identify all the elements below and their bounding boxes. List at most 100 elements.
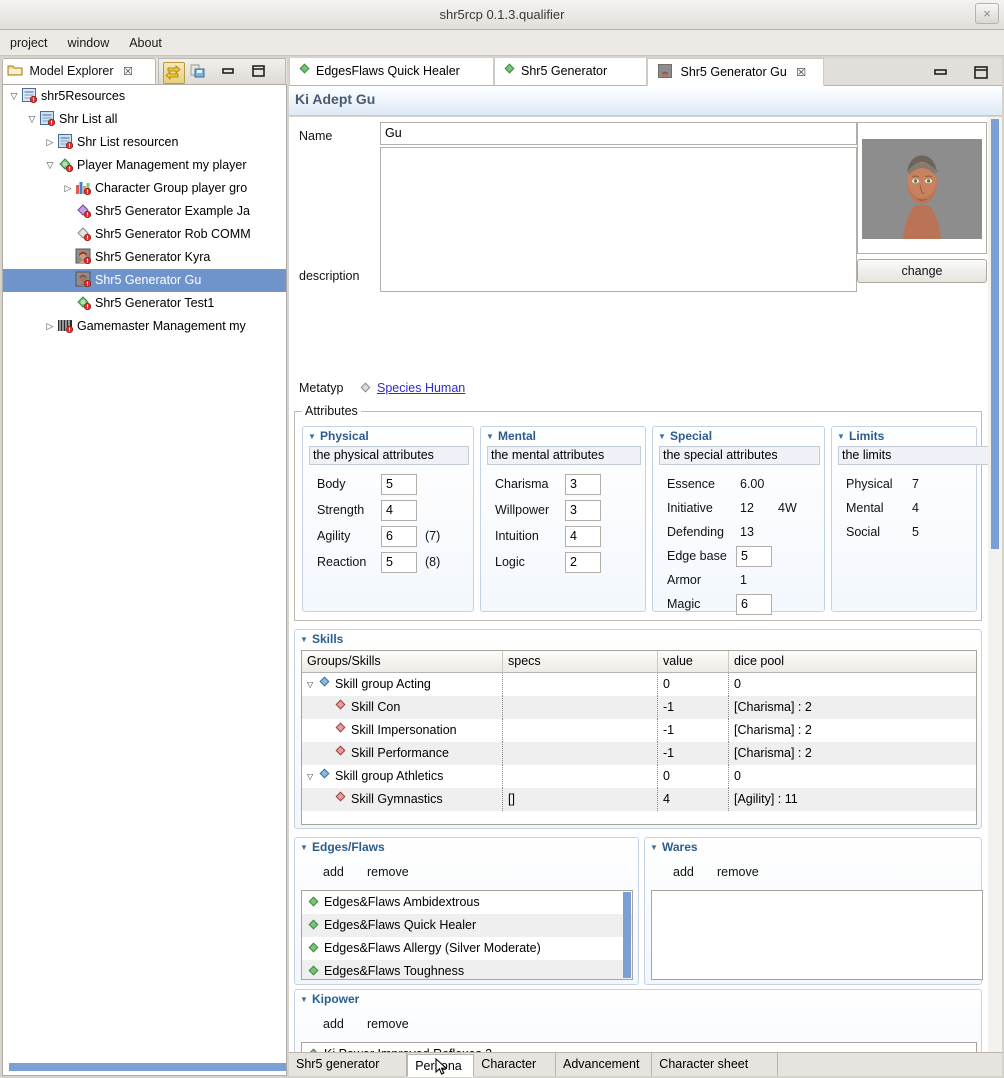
special-value-4: 1 [740,573,747,587]
physical-input-3[interactable]: 5 [381,552,417,573]
section-limits-header[interactable]: ▼ Limits [832,427,976,446]
col-groups-skills[interactable]: Groups/Skills [302,651,502,673]
kipower-header[interactable]: ▼ Kipower [300,992,359,1006]
editor-minimize-icon[interactable] [932,64,950,83]
table-row[interactable]: Skill Con -1 [Charisma] : 2 [302,696,976,719]
change-portrait-button[interactable]: change [857,259,987,283]
minimize-icon[interactable] [219,62,239,82]
list-item[interactable]: Edges&Flaws Allergy (Silver Moderate) [302,937,632,960]
limits-label-1: Mental [846,501,884,515]
tree-item-10[interactable]: ▷ Gamemaster Management my [3,315,286,338]
skills-header[interactable]: ▼ Skills [300,632,343,646]
menu-item-about[interactable]: About [119,30,172,56]
editor-tab-edgesflaws[interactable]: EdgesFlaws Quick Healer [289,58,494,86]
mental-label-2: Intuition [495,529,539,543]
edges-flaws-remove-link[interactable]: remove [367,865,409,879]
wares-header[interactable]: ▼ Wares [650,840,698,854]
description-input[interactable] [380,147,857,292]
col-value[interactable]: value [657,651,728,673]
portrait-kyra-icon [75,248,92,265]
tree-item-7[interactable]: Shr5 Generator Kyra [3,246,286,269]
physical-input-0[interactable]: 5 [381,474,417,495]
table-row[interactable]: Skill Performance -1 [Charisma] : 2 [302,742,976,765]
tree-item-4[interactable]: ▷ Character Group player gro [3,177,286,200]
tree-item-label: Shr5 Generator Example Ja [95,204,250,218]
maximize-icon[interactable] [249,62,269,82]
page-tab-persona[interactable]: Persona [407,1054,475,1077]
chevron-right-icon[interactable]: ▷ [43,315,57,338]
edges-flaws-list[interactable]: Edges&Flaws Ambidextrous Edges&Flaws Quic… [301,890,633,980]
editor-tab-close-icon[interactable]: ☒ [796,67,806,79]
mental-input-0[interactable]: 3 [565,474,601,495]
special-input-5[interactable]: 6 [736,594,772,615]
chevron-down-icon[interactable]: ▽ [7,85,21,108]
section-physical-title: Physical [320,429,369,443]
tree-item-6[interactable]: Shr5 Generator Rob COMM [3,223,286,246]
chevron-down-icon[interactable]: ▽ [25,108,39,131]
link-with-editor-icon[interactable] [163,62,185,84]
wares-title: Wares [662,840,698,854]
cell-dice-pool: [Charisma] : 2 [728,719,976,742]
kipower-add-link[interactable]: add [323,1017,344,1031]
page-tab-shr5-generator[interactable]: Shr5 generator [289,1053,408,1076]
mental-input-1[interactable]: 3 [565,500,601,521]
skills-table[interactable]: Groups/Skills specs value dice pool ▽ Ski… [301,650,977,825]
section-mental-header[interactable]: ▼ Mental [481,427,645,446]
name-input[interactable]: Gu [380,122,857,145]
form-vertical-scrollbar[interactable] [988,117,1002,1076]
list-item[interactable]: Edges&Flaws Toughness [302,960,632,979]
section-physical-header[interactable]: ▼ Physical [303,427,473,446]
page-tab-advancement[interactable]: Advancement [556,1053,653,1076]
table-row[interactable]: Skill Impersonation -1 [Charisma] : 2 [302,719,976,742]
tree-item-0[interactable]: ▽ shr5Resources [3,85,286,108]
editor-tab-shr5-generator[interactable]: Shr5 Generator [494,58,647,86]
edges-flaws-add-link[interactable]: add [323,865,344,879]
chevron-down-icon[interactable]: ▽ [307,766,320,788]
table-row[interactable]: ▽ Skill group Athletics 0 0 [302,765,976,788]
special-input-3[interactable]: 5 [736,546,772,567]
chevron-down-icon[interactable]: ▽ [43,154,57,177]
list-item[interactable]: Edges&Flaws Ambidextrous [302,891,632,914]
page-tab-character-sheet[interactable]: Character sheet [652,1053,778,1076]
chevron-right-icon[interactable]: ▷ [43,131,57,154]
save-icon[interactable] [189,62,209,82]
mental-input-3[interactable]: 2 [565,552,601,573]
physical-input-1[interactable]: 4 [381,500,417,521]
wares-remove-link[interactable]: remove [717,865,759,879]
chevron-right-icon[interactable]: ▷ [61,177,75,200]
wares-add-link[interactable]: add [673,865,694,879]
model-tree[interactable]: ▽ shr5Resources ▽ Shr List all ▷ Shr List res… [2,84,287,1076]
table-row[interactable]: Skill Gymnastics [] 4 [Agility] : 11 [302,788,976,811]
tree-item-1[interactable]: ▽ Shr List all [3,108,286,131]
tree-horizontal-scrollbar[interactable] [4,1060,286,1074]
menu-item-project[interactable]: project [0,30,58,56]
page-tab-character[interactable]: Character [474,1053,556,1076]
chevron-down-icon[interactable]: ▽ [307,674,320,696]
menu-item-window[interactable]: window [58,30,120,56]
wares-list[interactable] [651,890,983,980]
tree-item-3[interactable]: ▽ Player Management my player [3,154,286,177]
table-row[interactable]: ▽ Skill group Acting 0 0 [302,673,976,696]
col-specs[interactable]: specs [502,651,657,673]
physical-input-2[interactable]: 6 [381,526,417,547]
editor-maximize-icon[interactable] [972,64,990,83]
mental-input-2[interactable]: 4 [565,526,601,547]
section-special-header[interactable]: ▼ Special [653,427,824,446]
edges-flaws-scrollbar[interactable] [623,892,631,978]
editor-tab-shr5-generator-gu[interactable]: Shr5 Generator Gu ☒ [647,58,824,86]
kipower-remove-link[interactable]: remove [367,1017,409,1031]
list-item[interactable]: Edges&Flaws Quick Healer [302,914,632,937]
tree-item-5[interactable]: Shr5 Generator Example Ja [3,200,286,223]
edges-flaws-header[interactable]: ▼ Edges/Flaws [300,840,385,854]
col-dice-pool[interactable]: dice pool [728,651,976,673]
tree-item-2[interactable]: ▷ Shr List resourcen [3,131,286,154]
view-tab-close-icon[interactable]: ☒ [123,60,133,85]
metatype-link[interactable]: Species Human [377,381,465,395]
tree-item-9[interactable]: Shr5 Generator Test1 [3,292,286,315]
tree-item-8[interactable]: Shr5 Generator Gu [3,269,286,292]
editor-tab-label: Shr5 Generator [521,64,608,78]
mental-label-0: Charisma [495,477,549,491]
window-close-button[interactable]: × [975,3,999,24]
tree-item-label: Shr5 Generator Gu [95,273,202,287]
view-tab-model-explorer[interactable]: Model Explorer ☒ [2,58,156,84]
